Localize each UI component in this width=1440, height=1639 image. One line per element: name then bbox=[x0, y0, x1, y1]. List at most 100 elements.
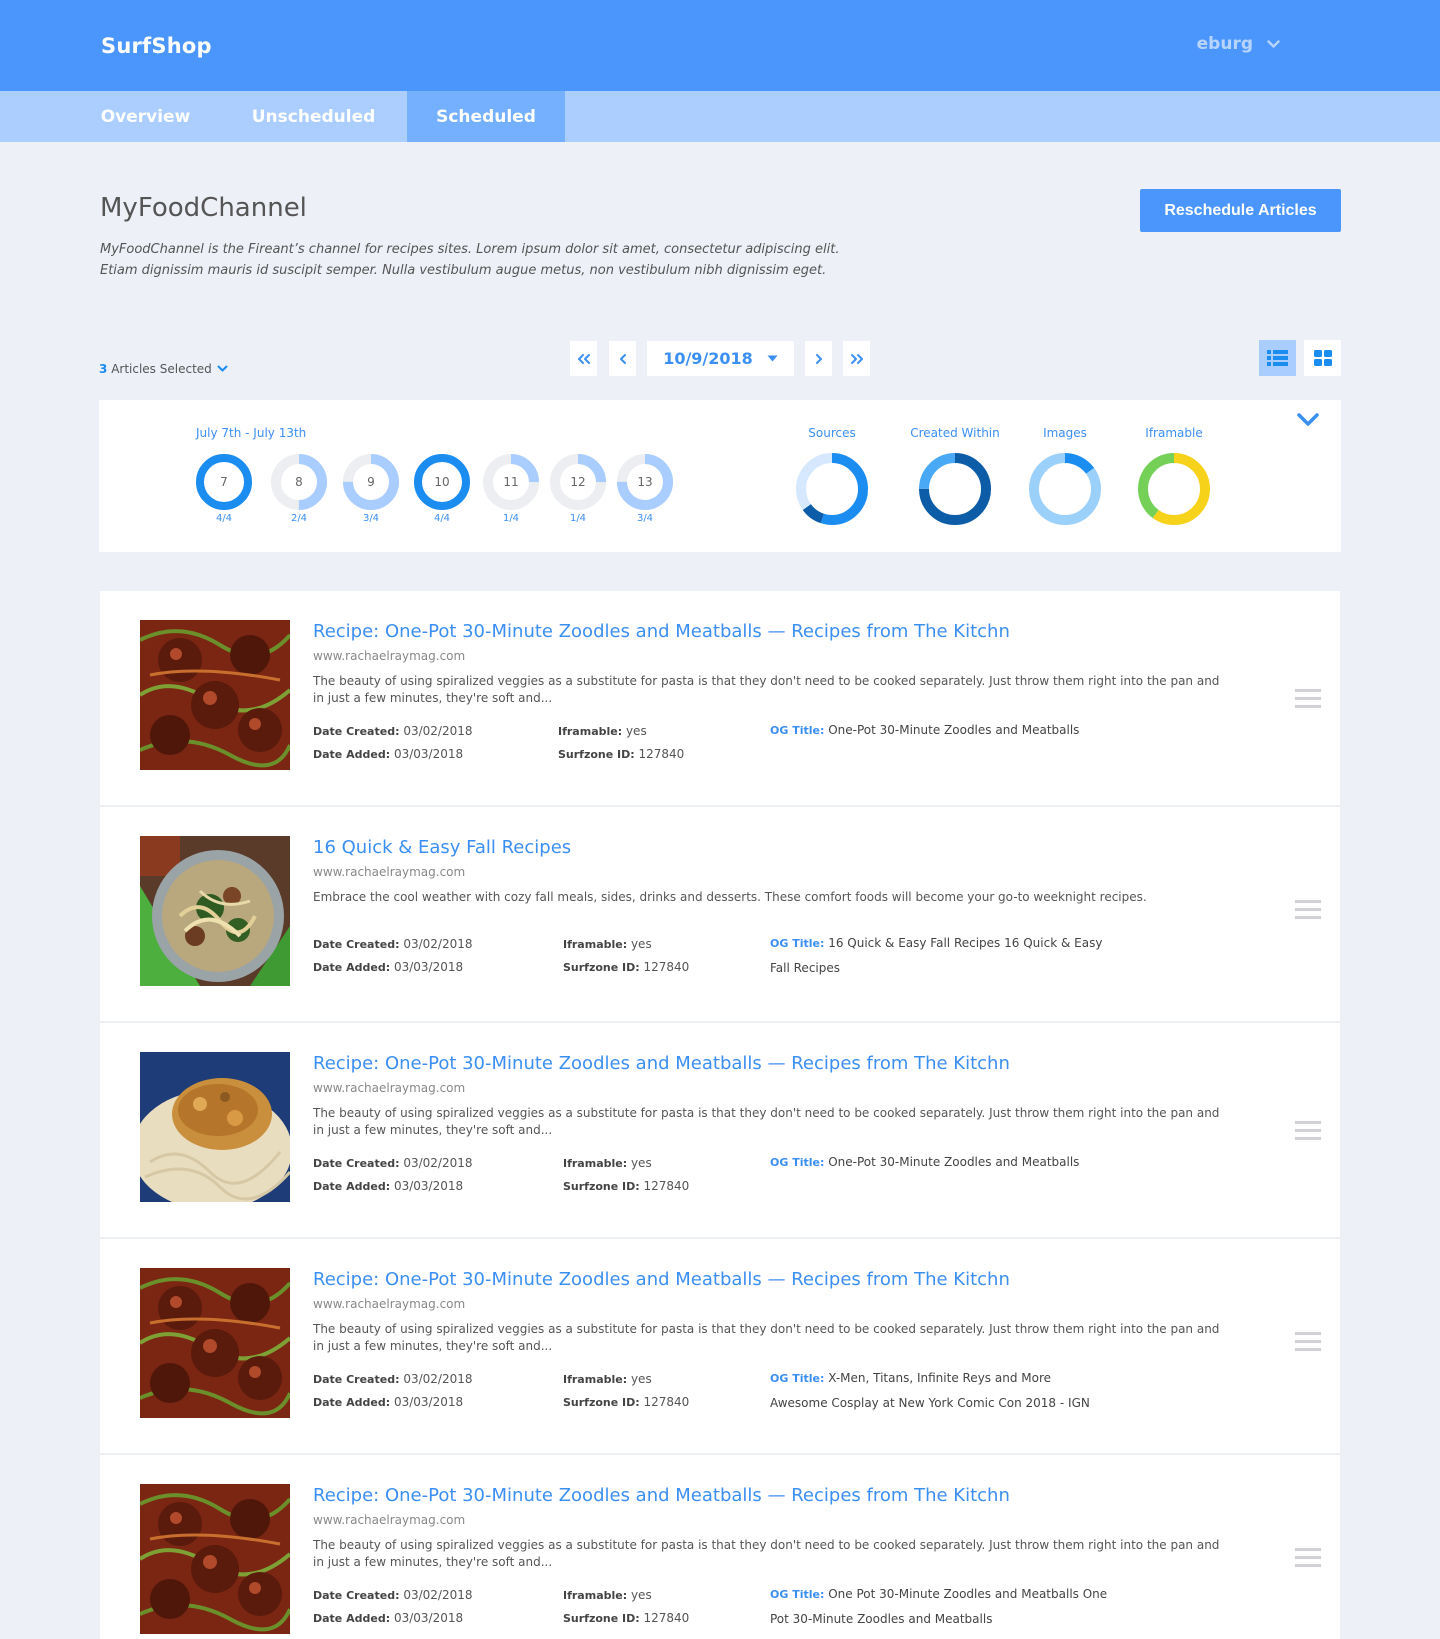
metric-sources[interactable]: Sources bbox=[772, 426, 892, 526]
drag-handle-icon[interactable] bbox=[1295, 1548, 1321, 1568]
articles-selected-dropdown[interactable]: 3 Articles Selected bbox=[99, 362, 228, 376]
article-description: The beauty of using spiralized veggies a… bbox=[313, 1322, 1220, 1353]
chevron-down-icon bbox=[217, 365, 228, 372]
article-title[interactable]: Recipe: One-Pot 30-Minute Zoodles and Me… bbox=[313, 621, 1010, 642]
article-card[interactable]: Recipe: One-Pot 30-Minute Zoodles and Me… bbox=[100, 1455, 1340, 1639]
article-title[interactable]: Recipe: One-Pot 30-Minute Zoodles and Me… bbox=[313, 1485, 1010, 1506]
day-ring-chart: 8 bbox=[271, 454, 327, 510]
iframable: Iframable: yes bbox=[563, 1156, 652, 1170]
date-created-label: Date Created: bbox=[313, 1589, 400, 1602]
caret-down-icon bbox=[767, 355, 778, 362]
first-page-button[interactable] bbox=[570, 341, 597, 376]
user-menu[interactable]: eburg bbox=[1197, 34, 1280, 54]
drag-handle-icon[interactable] bbox=[1295, 689, 1321, 709]
previous-button[interactable] bbox=[609, 341, 636, 376]
day-ring-chart: 10 bbox=[414, 454, 470, 510]
donut-chart bbox=[796, 453, 868, 525]
article-thumbnail bbox=[138, 620, 292, 770]
drag-handle-icon[interactable] bbox=[1295, 900, 1321, 920]
next-button[interactable] bbox=[805, 341, 832, 376]
day-ring[interactable]: 12 1/4 bbox=[550, 454, 606, 524]
date-created-label: Date Created: bbox=[313, 1373, 400, 1386]
article-card[interactable]: Recipe: One-Pot 30-Minute Zoodles and Me… bbox=[100, 591, 1340, 805]
chevron-left-icon bbox=[619, 353, 626, 364]
article-url: www.rachaelraymag.com bbox=[313, 1081, 466, 1095]
date-added: Date Added: 03/03/2018 bbox=[313, 1611, 463, 1625]
double-chevron-left-icon bbox=[577, 353, 590, 364]
tab-scheduled[interactable]: Scheduled bbox=[407, 91, 565, 142]
metric-iframable[interactable]: Iframable bbox=[1114, 426, 1234, 526]
day-ring[interactable]: 8 2/4 bbox=[271, 454, 327, 524]
article-title[interactable]: 16 Quick & Easy Fall Recipes bbox=[313, 837, 571, 858]
week-range-label: July 7th - July 13th bbox=[196, 426, 307, 440]
chevron-down-icon[interactable] bbox=[1296, 412, 1320, 428]
date-created: Date Created: 03/02/2018 bbox=[313, 1372, 472, 1386]
channel-description: MyFoodChannel is the Fireant’s channel f… bbox=[100, 242, 840, 278]
donut-chart bbox=[1029, 453, 1101, 525]
article-description: The beauty of using spiralized veggies a… bbox=[313, 1538, 1220, 1569]
article-card[interactable]: 16 Quick & Easy Fall Recipes www.rachaelr… bbox=[100, 807, 1340, 1021]
day-ring[interactable]: 11 1/4 bbox=[483, 454, 539, 524]
metric-label: Images bbox=[1043, 426, 1087, 440]
date-created-label: Date Created: bbox=[313, 938, 400, 951]
day-ring[interactable]: 9 3/4 bbox=[343, 454, 399, 524]
date-picker[interactable]: 10/9/2018 bbox=[647, 341, 794, 376]
date-added: Date Added: 03/03/2018 bbox=[313, 1179, 463, 1193]
date-created-value: 03/02/2018 bbox=[403, 724, 473, 738]
list-view-button[interactable] bbox=[1259, 340, 1296, 376]
article-card[interactable]: Recipe: One-Pot 30-Minute Zoodles and Me… bbox=[100, 1023, 1340, 1237]
article-title[interactable]: Recipe: One-Pot 30-Minute Zoodles and Me… bbox=[313, 1053, 1010, 1074]
grid-view-button[interactable] bbox=[1304, 340, 1341, 376]
date-added-label: Date Added: bbox=[313, 748, 391, 761]
tab-overview[interactable]: Overview bbox=[101, 91, 191, 142]
iframable: Iframable: yes bbox=[563, 1588, 652, 1602]
article-url: www.rachaelraymag.com bbox=[313, 1297, 466, 1311]
stats-panel: July 7th - July 13th 7 4/4 8 2/4 9 3/4 10 4/4 11… bbox=[99, 400, 1341, 552]
date-added-label: Date Added: bbox=[313, 1396, 391, 1409]
surfzone-id-label: Surfzone ID: bbox=[563, 1396, 640, 1409]
tab-unscheduled[interactable]: Unscheduled bbox=[252, 91, 376, 142]
og-title-label: OG Title: bbox=[770, 1372, 825, 1385]
day-ring[interactable]: 7 4/4 bbox=[196, 454, 252, 524]
brand-logo[interactable]: SurfShop bbox=[101, 34, 212, 58]
og-title-label: OG Title: bbox=[770, 1588, 825, 1601]
surfzone-id-label: Surfzone ID: bbox=[563, 1612, 640, 1625]
surfzone-id-value: 127840 bbox=[643, 1611, 690, 1625]
article-title[interactable]: Recipe: One-Pot 30-Minute Zoodles and Me… bbox=[313, 1269, 1010, 1290]
article-card[interactable]: Recipe: One-Pot 30-Minute Zoodles and Me… bbox=[100, 1239, 1340, 1453]
day-ring[interactable]: 10 4/4 bbox=[414, 454, 470, 524]
day-ratio: 1/4 bbox=[502, 513, 520, 524]
metric-created-within[interactable]: Created Within bbox=[895, 426, 1015, 526]
drag-handle-icon[interactable] bbox=[1295, 1121, 1321, 1141]
date-added-value: 03/03/2018 bbox=[393, 1179, 464, 1193]
grid-view-icon bbox=[1313, 350, 1332, 366]
surfzone-id-value: 127840 bbox=[643, 960, 690, 974]
metric-label: Sources bbox=[808, 426, 856, 440]
day-ring-chart: 9 bbox=[343, 454, 399, 510]
day-ring[interactable]: 13 3/4 bbox=[617, 454, 673, 524]
day-ratio: 4/4 bbox=[215, 513, 233, 524]
article-thumbnail bbox=[140, 836, 290, 986]
article-thumbnail bbox=[132, 1052, 292, 1210]
metric-images[interactable]: Images bbox=[1005, 426, 1125, 526]
iframable-value: yes bbox=[625, 724, 647, 738]
date-added-value: 03/03/2018 bbox=[393, 1611, 464, 1625]
surfzone-id-value: 127840 bbox=[643, 1179, 690, 1193]
last-page-button[interactable] bbox=[843, 341, 870, 376]
tab-bar: Overview Unscheduled Scheduled bbox=[0, 91, 1440, 142]
surfzone-id: Surfzone ID: 127840 bbox=[563, 1611, 689, 1625]
day-number: 12 bbox=[570, 475, 586, 489]
surfzone-id: Surfzone ID: 127840 bbox=[563, 1179, 689, 1193]
article-description: The beauty of using spiralized veggies a… bbox=[313, 1106, 1220, 1137]
article-url: www.rachaelraymag.com bbox=[313, 649, 466, 663]
reschedule-articles-button[interactable]: Reschedule Articles bbox=[1140, 189, 1341, 232]
user-name: eburg bbox=[1196, 34, 1253, 54]
drag-handle-icon[interactable] bbox=[1295, 1332, 1321, 1352]
iframable: Iframable: yes bbox=[563, 1372, 652, 1386]
date-created-value: 03/02/2018 bbox=[403, 1588, 473, 1602]
date-value: 10/9/2018 bbox=[663, 349, 753, 368]
top-bar: SurfShop eburg bbox=[0, 0, 1440, 91]
date-created-label: Date Created: bbox=[313, 1157, 400, 1170]
iframable: Iframable: yes bbox=[558, 724, 647, 738]
list-view-icon bbox=[1267, 350, 1288, 366]
